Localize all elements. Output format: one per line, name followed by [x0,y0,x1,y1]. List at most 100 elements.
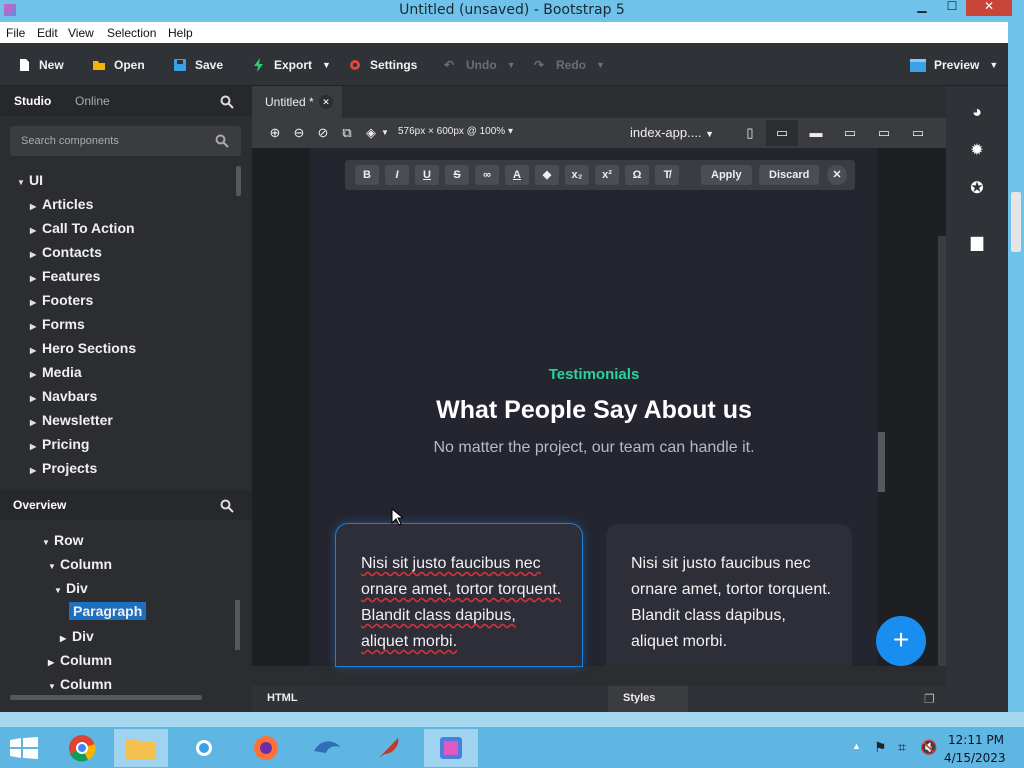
tab-styles[interactable]: Styles [608,686,688,712]
tree-item-footers[interactable]: ▶ Footers [30,292,93,308]
device-tablet-button[interactable]: ▬ [800,120,832,146]
subscript-icon[interactable]: x₂ [565,165,589,185]
tab-online[interactable]: Online [75,94,110,108]
taskbar-app-sun[interactable] [178,729,232,767]
volume-muted-icon[interactable]: 🔇 [920,739,937,756]
superscript-icon[interactable]: x² [595,165,619,185]
menu-edit[interactable]: Edit [37,26,58,40]
overview-hscrollbar[interactable] [10,695,202,700]
export-button[interactable]: Export ▼ [252,55,331,75]
menu-selection[interactable]: Selection [107,26,156,40]
settings-button[interactable]: Settings [348,55,417,75]
close-tab-icon[interactable]: ✕ [319,95,333,109]
device-laptop-button[interactable]: ▭ [834,120,866,146]
clock-date[interactable]: 4/15/2023 [944,751,1006,765]
text-color-icon[interactable]: A [505,165,529,185]
card-paragraph[interactable]: Nisi sit justo faucibus nec ornare amet,… [361,551,566,655]
network-icon[interactable]: ⌗ [898,739,906,756]
bold-icon[interactable]: B [355,165,379,185]
minimize-button[interactable]: ▁ [906,0,938,16]
folder-icon[interactable]: ▆ [968,234,986,252]
underline-icon[interactable]: U [415,165,439,185]
testimonial-card[interactable]: Nisi sit justo faucibus nec ornare amet,… [606,524,852,666]
overview-item-column[interactable]: ▶ Column [48,652,112,668]
taskbar-firefox[interactable] [240,729,294,767]
taskbar-app-dolphin[interactable] [300,729,354,767]
overview-item-div[interactable]: ▼ Div [54,580,88,596]
card-paragraph[interactable]: Nisi sit justo faucibus nec ornare amet,… [631,551,836,655]
tree-item-pricing[interactable]: ▶ Pricing [30,436,89,452]
zoom-out-icon[interactable]: ⊖ [292,126,306,140]
star-icon[interactable]: ✪ [968,180,986,198]
search-components-input[interactable]: Search components [10,126,241,156]
undo-button[interactable]: ↶ Undo ▼ [444,55,516,75]
zoom-in-icon[interactable]: ⊕ [268,126,282,140]
apply-button[interactable]: Apply [701,165,752,185]
overview-item-column[interactable]: ▼ Column [48,556,112,572]
page-scrollbar-thumb[interactable] [878,432,885,492]
tree-item-hero-sections[interactable]: ▶ Hero Sections [30,340,136,356]
preview-button[interactable]: Preview ▼ [910,55,998,75]
overview-item-column[interactable]: ▼ Column [48,676,112,692]
close-icon[interactable]: ✕ [827,165,847,185]
fill-color-icon[interactable]: ◆ [535,165,559,185]
document-tab[interactable]: Untitled * ✕ [252,86,342,118]
overview-item-div[interactable]: ▶ Div [60,628,94,644]
tree-item-newsletter[interactable]: ▶ Newsletter [30,412,113,428]
taskbar-app-feather[interactable] [362,729,416,767]
canvas-size-dropdown[interactable]: 576px × 600px @ 100% ▾ [398,126,513,137]
overview-scrollbar[interactable] [235,600,240,650]
device-wide-button[interactable]: ▭ [902,120,934,146]
menu-file[interactable]: File [6,26,25,40]
search-icon[interactable] [220,499,234,513]
discard-button[interactable]: Discard [759,165,820,185]
search-icon[interactable] [220,95,234,109]
flag-icon[interactable]: ⚑ [874,739,887,756]
taskbar-chrome[interactable] [56,729,110,767]
overview-item-row[interactable]: ▼ Row [42,532,84,548]
overview-item-paragraph-selected[interactable]: Paragraph [69,602,147,620]
component-list-scrollbar[interactable] [236,166,241,196]
device-phone-large-button[interactable]: ▭ [766,120,798,146]
tree-item-articles[interactable]: ▶ Articles [30,196,93,212]
tree-item-navbars[interactable]: ▶ Navbars [30,388,97,404]
menu-view[interactable]: View [68,26,94,40]
close-window-button[interactable]: ✕ [966,0,1012,16]
maximize-button[interactable]: ☐ [936,0,968,16]
show-hidden-icons-icon[interactable]: ▲ [852,741,861,751]
device-phone-button[interactable]: ▯ [734,120,766,146]
new-button[interactable]: New [17,55,64,75]
tree-item-projects[interactable]: ▶ Projects [30,460,97,476]
testimonial-card-selected[interactable]: Nisi sit justo faucibus nec ornare amet,… [336,524,582,666]
special-char-icon[interactable]: Ω [625,165,649,185]
page-select[interactable]: index-app.... ▼ [630,125,714,140]
clock-time[interactable]: 12:11 PM [948,733,1004,747]
save-button[interactable]: Save [173,55,223,75]
tree-item-call-to-action[interactable]: ▶ Call To Action [30,220,135,236]
redo-button[interactable]: ↷ Redo ▼ [534,55,605,75]
resize-icon[interactable]: ⧉ [340,126,354,140]
tab-html[interactable]: HTML [267,692,298,704]
italic-icon[interactable]: I [385,165,409,185]
windows-start-icon[interactable] [10,737,38,759]
tree-item-media[interactable]: ▶ Media [30,364,82,380]
palette-icon[interactable]: ◕ [968,104,986,122]
add-component-button[interactable]: + [876,616,926,666]
maximize-panel-icon[interactable]: ❐ [924,692,935,706]
tree-item-contacts[interactable]: ▶ Contacts [30,244,102,260]
gear-icon[interactable]: ✹ [968,142,986,160]
tab-studio[interactable]: Studio [14,94,51,108]
taskbar-bootstrap-studio[interactable] [424,729,478,767]
canvas-scrollbar[interactable] [938,236,946,666]
device-desktop-button[interactable]: ▭ [868,120,900,146]
tree-item-forms[interactable]: ▶ Forms [30,316,85,332]
menu-help[interactable]: Help [168,26,193,40]
window-scrollbar-thumb[interactable] [1011,192,1021,252]
layers-icon[interactable]: ◈ [364,126,378,140]
strikethrough-icon[interactable]: S [445,165,469,185]
link-icon[interactable]: ∞ [475,165,499,185]
tree-item-ui[interactable]: ▼ UI [17,172,43,188]
open-button[interactable]: Open [92,55,145,75]
no-style-icon[interactable]: ⊘ [316,126,330,140]
clear-format-icon[interactable]: T̸ [655,165,679,185]
